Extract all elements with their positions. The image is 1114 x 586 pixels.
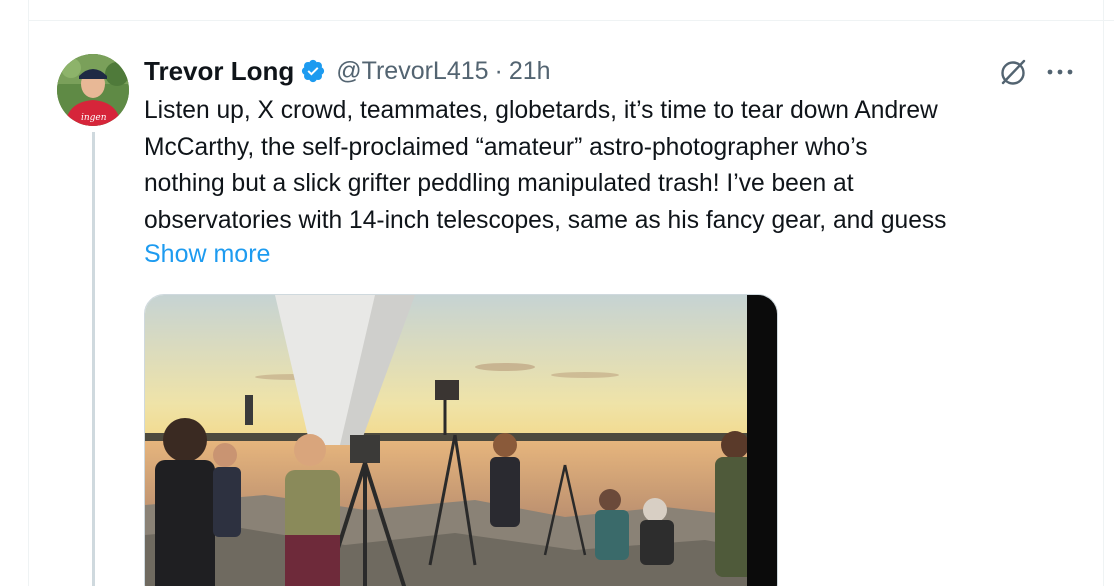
grok-button[interactable] [996,55,1030,89]
author-handle[interactable]: @TrevorL415 [336,57,488,86]
thread-line [92,132,95,586]
show-more-link[interactable]: Show more [144,236,270,272]
author-display-name[interactable]: Trevor Long [144,56,294,87]
tweet-text: Listen up, X crowd, teammates, globetard… [144,93,1084,239]
tweet-header: Trevor Long @TrevorL415 · 21h [144,54,551,88]
timestamp[interactable]: 21h [509,57,551,86]
timeline-border-left [28,0,29,586]
tweet-text-line: nothing but a slick grifter peddling man… [144,170,854,197]
verified-badge-icon[interactable] [300,58,326,84]
grok-icon [1001,59,1026,85]
avatar[interactable]: ingen [57,54,129,126]
tweet-text-line: Listen up, X crowd, teammates, globetard… [144,97,938,124]
tweet-text-line: observatories with 14-inch telescopes, s… [144,206,947,234]
svg-text:ingen: ingen [81,113,107,123]
more-horizontal-icon [1047,69,1073,75]
top-divider [28,20,1114,21]
timeline-border-right [1103,0,1104,586]
separator-dot: · [494,56,503,85]
tweet-photo[interactable] [144,294,778,586]
more-button[interactable] [1042,55,1078,89]
tweet-text-line: McCarthy, the self-proclaimed “amateur” … [144,133,868,161]
